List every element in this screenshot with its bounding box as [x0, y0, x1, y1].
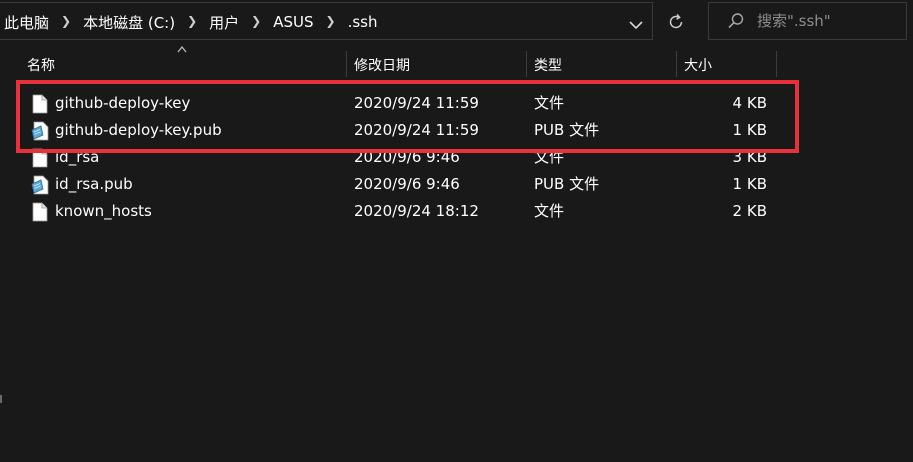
- breadcrumb-ssh[interactable]: .ssh: [348, 13, 378, 31]
- address-bar[interactable]: 此电脑 ❯ 本地磁盘 (C:) ❯ 用户 ❯ ASUS ❯ .ssh: [0, 2, 653, 40]
- chevron-right-icon[interactable]: ❯: [49, 14, 83, 28]
- file-date: 2020/9/24 11:59: [354, 94, 479, 112]
- breadcrumb: 此电脑 ❯ 本地磁盘 (C:) ❯ 用户 ❯ ASUS ❯ .ssh: [4, 3, 377, 41]
- file-row[interactable]: known_hosts 2020/9/24 18:12 文件 2 KB: [0, 198, 800, 225]
- file-size: 1 KB: [732, 121, 767, 139]
- blank-file-icon: [32, 94, 48, 114]
- file-date: 2020/9/24 11:59: [354, 121, 479, 139]
- column-divider[interactable]: [776, 51, 777, 77]
- scroll-edge-mark: [0, 395, 2, 403]
- chevron-right-icon[interactable]: ❯: [175, 14, 209, 28]
- file-date: 2020/9/6 9:46: [354, 148, 460, 166]
- file-name: github-deploy-key.pub: [55, 121, 222, 139]
- navigation-bar: 此电脑 ❯ 本地磁盘 (C:) ❯ 用户 ❯ ASUS ❯ .ssh: [0, 0, 913, 46]
- file-name: id_rsa.pub: [55, 175, 133, 193]
- search-box[interactable]: [708, 2, 907, 40]
- column-header-size[interactable]: 大小: [677, 47, 776, 77]
- chevron-right-icon[interactable]: ❯: [314, 14, 348, 28]
- search-icon: [728, 13, 744, 29]
- file-row[interactable]: id_rsa 2020/9/6 9:46 文件 3 KB: [0, 144, 800, 171]
- file-name: github-deploy-key: [55, 94, 191, 112]
- file-name: known_hosts: [55, 202, 152, 220]
- file-type: 文件: [534, 94, 565, 112]
- refresh-button[interactable]: [664, 10, 688, 34]
- file-row[interactable]: github-deploy-key.pub 2020/9/24 11:59 PU…: [0, 117, 800, 144]
- column-header-type[interactable]: 类型: [527, 47, 676, 77]
- file-date: 2020/9/6 9:46: [354, 175, 460, 193]
- blank-file-icon: [32, 202, 48, 222]
- pub-file-icon: [31, 175, 49, 195]
- file-explorer-window: 此电脑 ❯ 本地磁盘 (C:) ❯ 用户 ❯ ASUS ❯ .ssh 搜索".s…: [0, 0, 913, 462]
- file-size: 4 KB: [732, 94, 767, 112]
- file-name: id_rsa: [55, 148, 100, 166]
- chevron-right-icon[interactable]: ❯: [239, 14, 273, 28]
- address-history-button[interactable]: [624, 14, 648, 36]
- chevron-down-icon: [629, 20, 643, 29]
- breadcrumb-local-disk[interactable]: 本地磁盘 (C:): [83, 12, 175, 33]
- file-type: 文件: [534, 148, 565, 166]
- refresh-icon: [669, 13, 683, 29]
- column-header-date[interactable]: 修改日期: [347, 47, 526, 77]
- pub-file-icon: [31, 121, 49, 141]
- breadcrumb-asus[interactable]: ASUS: [273, 13, 313, 31]
- blank-file-icon: [32, 148, 48, 168]
- file-row[interactable]: id_rsa.pub 2020/9/6 9:46 PUB 文件 1 KB: [0, 171, 800, 198]
- file-type: PUB 文件: [534, 121, 600, 139]
- breadcrumb-this-pc[interactable]: 此电脑: [4, 12, 49, 33]
- file-type: PUB 文件: [534, 175, 600, 193]
- file-size: 1 KB: [732, 175, 767, 193]
- file-size: 2 KB: [732, 202, 767, 220]
- file-size: 3 KB: [732, 148, 767, 166]
- breadcrumb-users[interactable]: 用户: [209, 12, 239, 33]
- file-type: 文件: [534, 202, 565, 220]
- file-date: 2020/9/24 18:12: [354, 202, 479, 220]
- file-row[interactable]: github-deploy-key 2020/9/24 11:59 文件 4 K…: [0, 90, 800, 117]
- sort-ascending-icon: [177, 45, 187, 53]
- search-input[interactable]: [757, 11, 897, 31]
- column-header-row: 名称 修改日期 类型 大小: [0, 47, 913, 77]
